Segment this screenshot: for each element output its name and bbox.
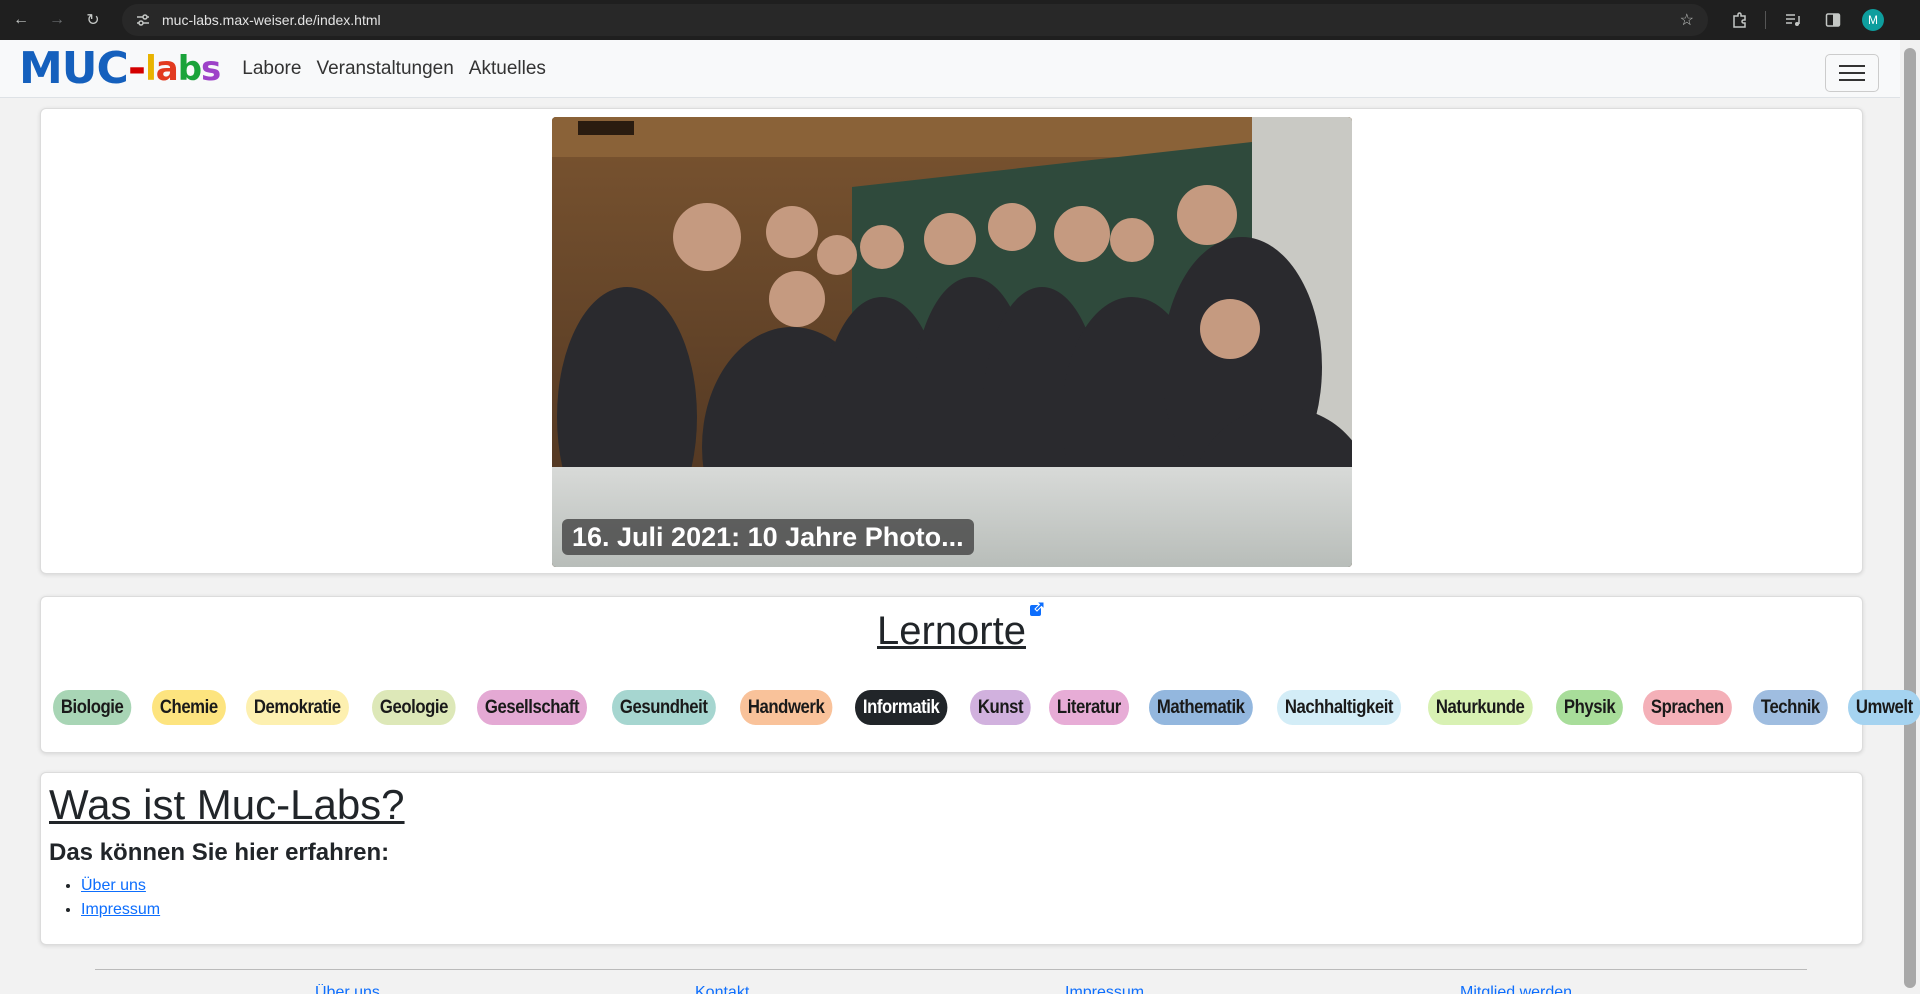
address-bar[interactable]: muc-labs.max-weiser.de/index.html ☆ [122,4,1708,36]
page-scrollbar[interactable] [1900,40,1920,994]
reload-icon[interactable]: ↻ [78,5,108,35]
tag-handwerk[interactable]: Handwerk [739,690,833,725]
about-subheading: Das können Sie hier erfahren: [49,839,390,866]
tag-kunst[interactable]: Kunst [969,690,1031,725]
tag-demokratie[interactable]: Demokratie [245,690,349,725]
extensions-icon[interactable] [1725,5,1755,35]
tag-geologie[interactable]: Geologie [372,690,456,725]
main-nav: Labore Veranstaltungen Aktuelles [242,58,561,80]
ueber-uns-link[interactable]: Über uns [81,877,146,894]
about-heading: Was ist Muc-Labs? [49,781,405,828]
external-link-icon[interactable] [1029,601,1045,617]
side-panel-icon[interactable] [1818,5,1848,35]
nav-aktuelles[interactable]: Aktuelles [469,58,546,80]
footer-nav: Über uns Kontakt Impressum Mitglied werd… [0,984,1900,994]
logo-dash: - [127,42,146,94]
hamburger-bar [1839,79,1865,81]
carousel-photo[interactable]: 16. Juli 2021: 10 Jahre Photo... [552,117,1352,567]
tag-chemie[interactable]: Chemie [151,690,226,725]
nav-labore[interactable]: Labore [242,58,301,80]
menu-toggle-button[interactable] [1825,54,1879,92]
site-info-icon[interactable] [134,11,152,29]
lernorte-heading: Lernorte [41,609,1862,654]
back-icon[interactable]: ← [6,5,36,35]
tag-literatur[interactable]: Literatur [1048,690,1129,725]
tag-gesundheit[interactable]: Gesundheit [612,690,716,725]
hamburger-bar [1839,72,1865,74]
tag-gesellschaft[interactable]: Gesellschaft [477,690,588,725]
impressum-link[interactable]: Impressum [81,901,160,918]
footer-divider [95,969,1807,970]
footer-impressum-link[interactable]: Impressum [1065,984,1144,994]
tag-informatik[interactable]: Informatik [854,690,947,725]
forward-icon[interactable]: → [42,5,72,35]
muc-labs-logo[interactable]: MUC - l a b s [19,42,221,94]
footer-ueber-uns-link[interactable]: Über uns [315,984,380,994]
tag-mathematik[interactable]: Mathematik [1149,690,1253,725]
footer-kontakt-link[interactable]: Kontakt [695,984,749,994]
star-icon[interactable]: ☆ [1680,10,1694,30]
tag-biologie[interactable]: Biologie [53,690,132,725]
group-photo-image [552,117,1352,567]
scrollbar-thumb[interactable] [1904,48,1916,988]
tag-umwelt[interactable]: Umwelt [1848,690,1920,725]
logo-a: a [155,48,179,89]
list-item: Über uns [81,877,160,895]
carousel-card: 16. Juli 2021: 10 Jahre Photo... [40,108,1863,574]
browser-toolbar: ← → ↻ muc-labs.max-weiser.de/index.html … [0,0,1920,40]
logo-l: l [145,48,157,89]
tag-technik[interactable]: Technik [1753,690,1829,725]
url-text[interactable]: muc-labs.max-weiser.de/index.html [162,12,381,28]
about-card: Was ist Muc-Labs? Das können Sie hier er… [40,772,1863,945]
tag-naturkunde[interactable]: Naturkunde [1427,690,1533,725]
list-item: Impressum [81,901,160,919]
tag-sprachen[interactable]: Sprachen [1642,690,1732,725]
logo-b: b [177,48,202,89]
hamburger-bar [1839,65,1865,67]
tag-physik[interactable]: Physik [1556,690,1624,725]
about-link-list: Über uns Impressum [81,877,160,925]
subject-tags: Biologie Chemie Demokratie Geologie Gese… [53,690,1920,725]
lernorte-card: Lernorte Biologie Chemie Demokratie Geol… [40,596,1920,753]
carousel-caption: 16. Juli 2021: 10 Jahre Photo... [562,519,974,555]
logo-muc: MUC [19,42,129,94]
footer-mitglied-link[interactable]: Mitglied werden [1460,984,1572,994]
profile-avatar[interactable]: M [1862,9,1884,31]
media-icon[interactable] [1778,5,1808,35]
tag-nachhaltigkeit[interactable]: Nachhaltigkeit [1277,690,1401,725]
lernorte-link[interactable]: Lernorte [877,609,1026,653]
logo-s: s [201,48,221,89]
toolbar-divider [1765,11,1766,29]
site-navbar: MUC - l a b s Labore Veranstaltungen Aktuelle… [0,40,1900,98]
nav-veranstaltungen[interactable]: Veranstaltungen [316,58,453,80]
